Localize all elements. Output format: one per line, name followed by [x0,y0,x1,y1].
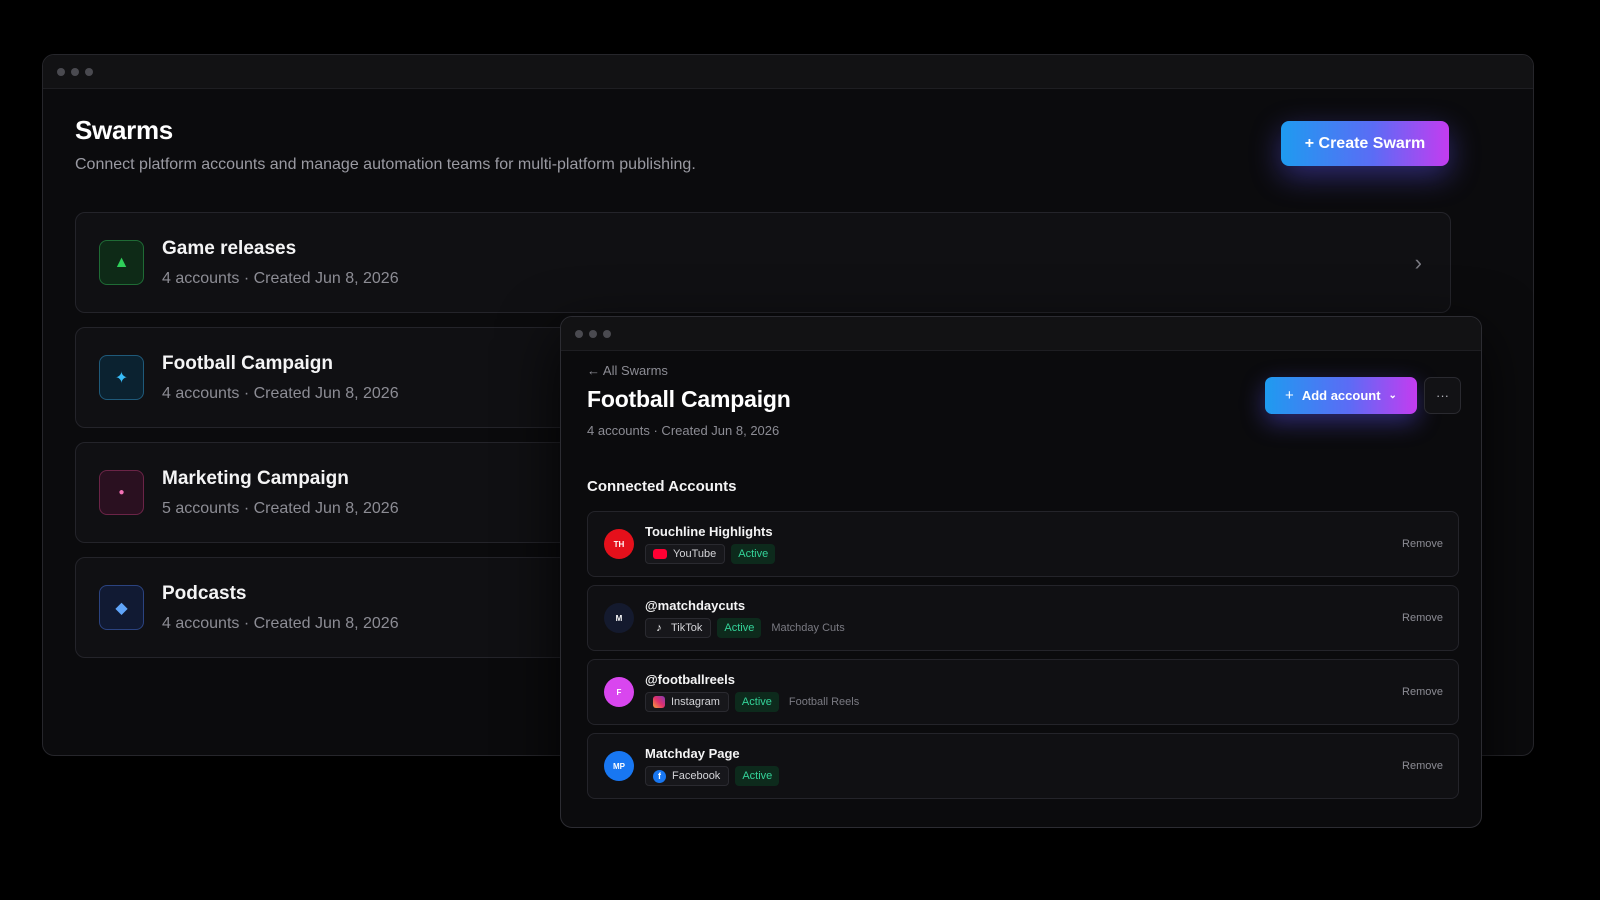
remove-account-button[interactable]: Remove [1402,612,1443,624]
platform-label: TikTok [671,622,703,634]
window-maximize-dot[interactable] [603,329,611,338]
add-account-button[interactable]: + Add account ⌄ [1265,377,1417,414]
avatar: MP [604,751,634,781]
window-close-dot[interactable] [575,329,583,338]
more-options-button[interactable]: ··· [1424,377,1461,414]
platform-badge: ♪ TikTok [645,618,712,638]
account-row: TH Touchline Highlights YouTube Active R… [587,511,1459,577]
swarm-name: Game releases [162,237,297,259]
account-display-name: Matchday Cuts [771,622,845,634]
platform-label: Instagram [671,696,720,708]
remove-account-button[interactable]: Remove [1402,686,1443,698]
status-badge: Active [735,766,780,786]
dot-icon: ● [99,470,144,515]
status-badge: Active [731,544,776,564]
swarm-name: Marketing Campaign [162,467,349,489]
swarm-meta: 4 accounts · Created Jun 8, 2026 [587,423,780,438]
account-name: Touchline Highlights [645,524,773,539]
window-minimize-dot[interactable] [71,67,79,76]
all-swarms-link[interactable]: ← All Swarms [587,363,1455,378]
status-badge: Active [717,618,762,638]
swarm-detail-window: ← All Swarms Football Campaign 4 account… [560,316,1482,828]
remove-account-button[interactable]: Remove [1402,760,1443,772]
avatar: M [604,603,634,633]
account-list: TH Touchline Highlights YouTube Active R… [587,511,1459,799]
platform-badge: YouTube [645,544,726,564]
diamond-icon: ◆ [99,585,144,630]
swarm-meta: 4 accounts · Created Jun 8, 2026 [162,614,399,632]
account-row: F @footballreels Instagram Active Footba… [587,659,1459,725]
window-maximize-dot[interactable] [85,67,93,76]
window-minimize-dot[interactable] [589,329,597,338]
add-account-label: Add account [1301,388,1381,403]
swarm-card-game-releases[interactable]: ▲ Game releases 4 accounts · Created Jun… [75,212,1451,313]
window-close-dot[interactable] [57,67,65,76]
platform-label: Facebook [672,770,721,782]
swarm-name: Football Campaign [162,352,333,374]
avatar: F [604,677,634,707]
swarm-detail-page: ← All Swarms Football Campaign 4 account… [561,351,1481,817]
platform-badge: Instagram [645,692,729,712]
swarm-meta: 5 accounts · Created Jun 8, 2026 [162,499,399,517]
swarm-meta: 4 accounts · Created Jun 8, 2026 [162,384,399,402]
account-name: @matchdaycuts [645,598,746,613]
platform-label: YouTube [673,548,717,560]
swarm-meta: 4 accounts · Created Jun 8, 2026 [162,269,399,287]
account-row: M @matchdaycuts ♪ TikTok Active Matchday… [587,585,1459,651]
chevron-down-icon: ⌄ [1388,390,1397,401]
youtube-icon [653,549,667,559]
chevron-right-icon: › [1414,249,1422,275]
window-titlebar [561,317,1481,351]
instagram-icon [653,696,665,708]
account-name: @footballreels [645,672,735,687]
create-swarm-button[interactable]: + Create Swarm [1281,121,1449,166]
facebook-icon: f [653,769,666,783]
avatar: TH [604,529,634,559]
account-row: MP Matchday Page f Facebook Active Remov… [587,733,1459,799]
swarm-name: Podcasts [162,582,247,604]
window-titlebar [43,55,1533,89]
account-display-name: Football Reels [788,696,860,708]
triangle-icon: ▲ [99,240,144,285]
platform-badge: f Facebook [645,766,730,786]
tiktok-icon: ♪ [656,622,662,634]
account-name: Matchday Page [645,746,740,761]
sparkle-icon: ✦ [99,355,144,400]
remove-account-button[interactable]: Remove [1402,538,1443,550]
status-badge: Active [734,692,779,712]
plus-icon: + [1285,387,1294,404]
section-title: Connected Accounts [587,478,737,495]
